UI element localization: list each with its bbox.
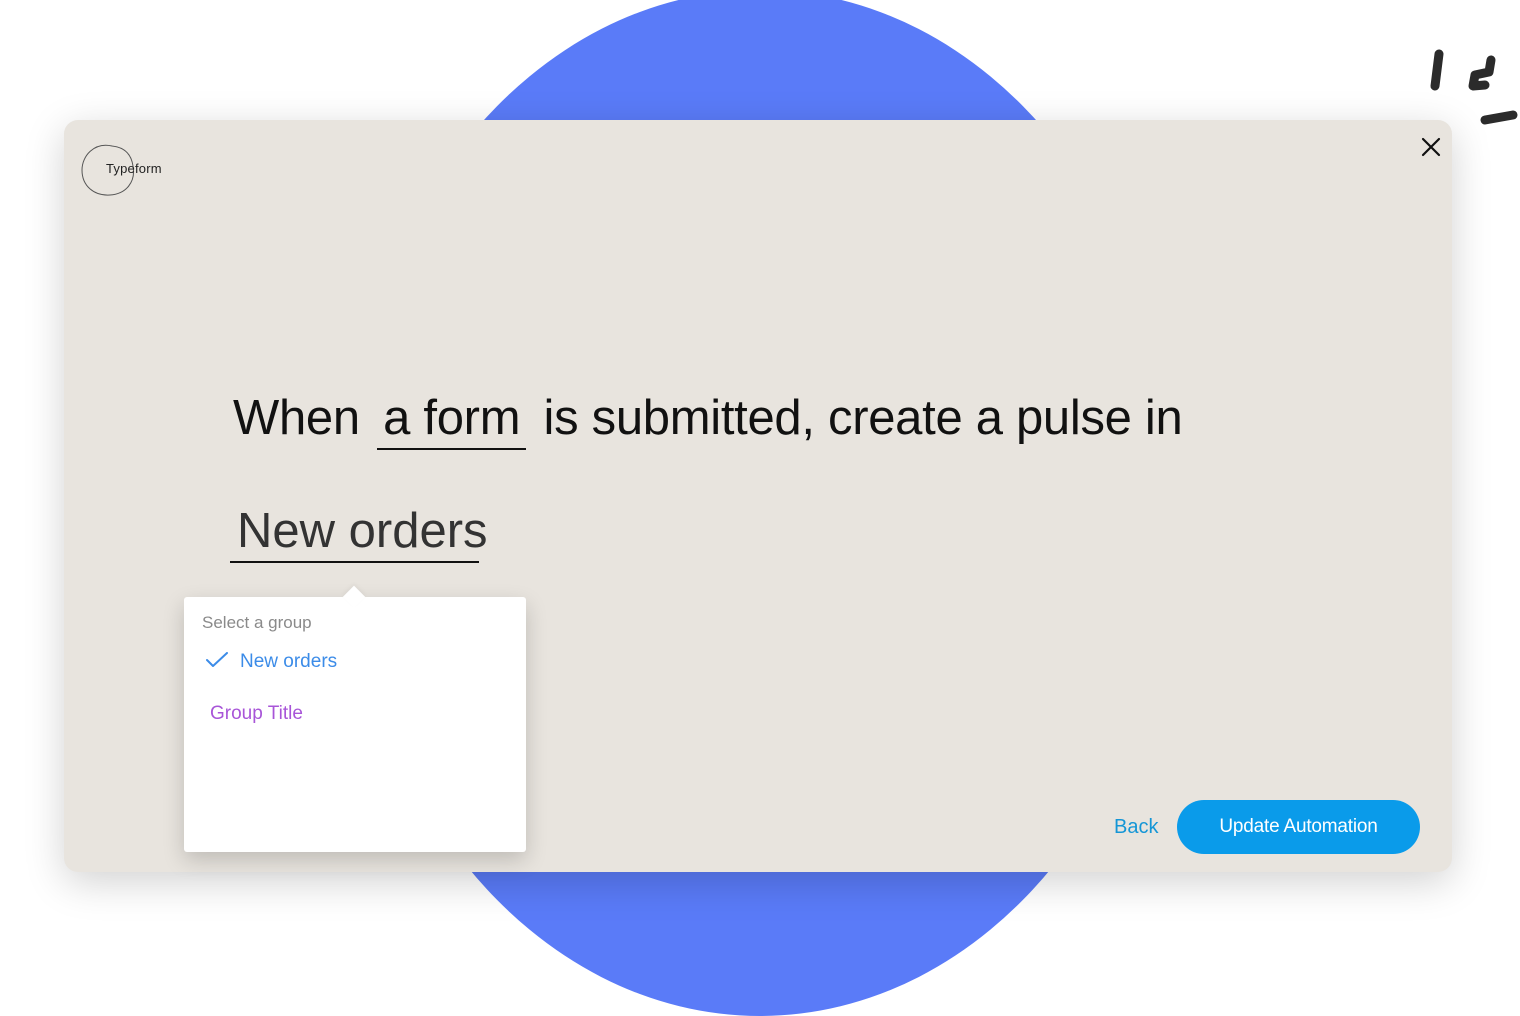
recipe-sentence: When a form is submitted, create a pulse…	[233, 390, 1183, 450]
typeform-logo: Typeform	[80, 142, 170, 198]
trigger-slot[interactable]: a form	[377, 390, 527, 450]
option-label: New orders	[240, 651, 338, 672]
group-dropdown: Select a group New orders Group Title	[184, 585, 526, 852]
dropdown-label: Select a group	[202, 613, 312, 632]
close-icon[interactable]	[1420, 136, 1442, 158]
group-select-field[interactable]: New orders	[230, 503, 488, 563]
back-button[interactable]: Back	[1114, 816, 1158, 839]
recipe-middle: is submitted, create a pulse in	[543, 391, 1183, 445]
option-group-title[interactable]: Group Title	[210, 703, 303, 725]
dropdown-caret	[342, 585, 366, 609]
check-icon	[206, 652, 228, 667]
option-new-orders[interactable]: New orders	[206, 651, 337, 673]
recipe-prefix: When	[233, 391, 360, 445]
update-automation-button[interactable]: Update Automation	[1177, 800, 1420, 854]
logo-text: Typeform	[106, 161, 162, 176]
automation-dialog: Typeform When a form is submitted, creat…	[64, 120, 1452, 872]
